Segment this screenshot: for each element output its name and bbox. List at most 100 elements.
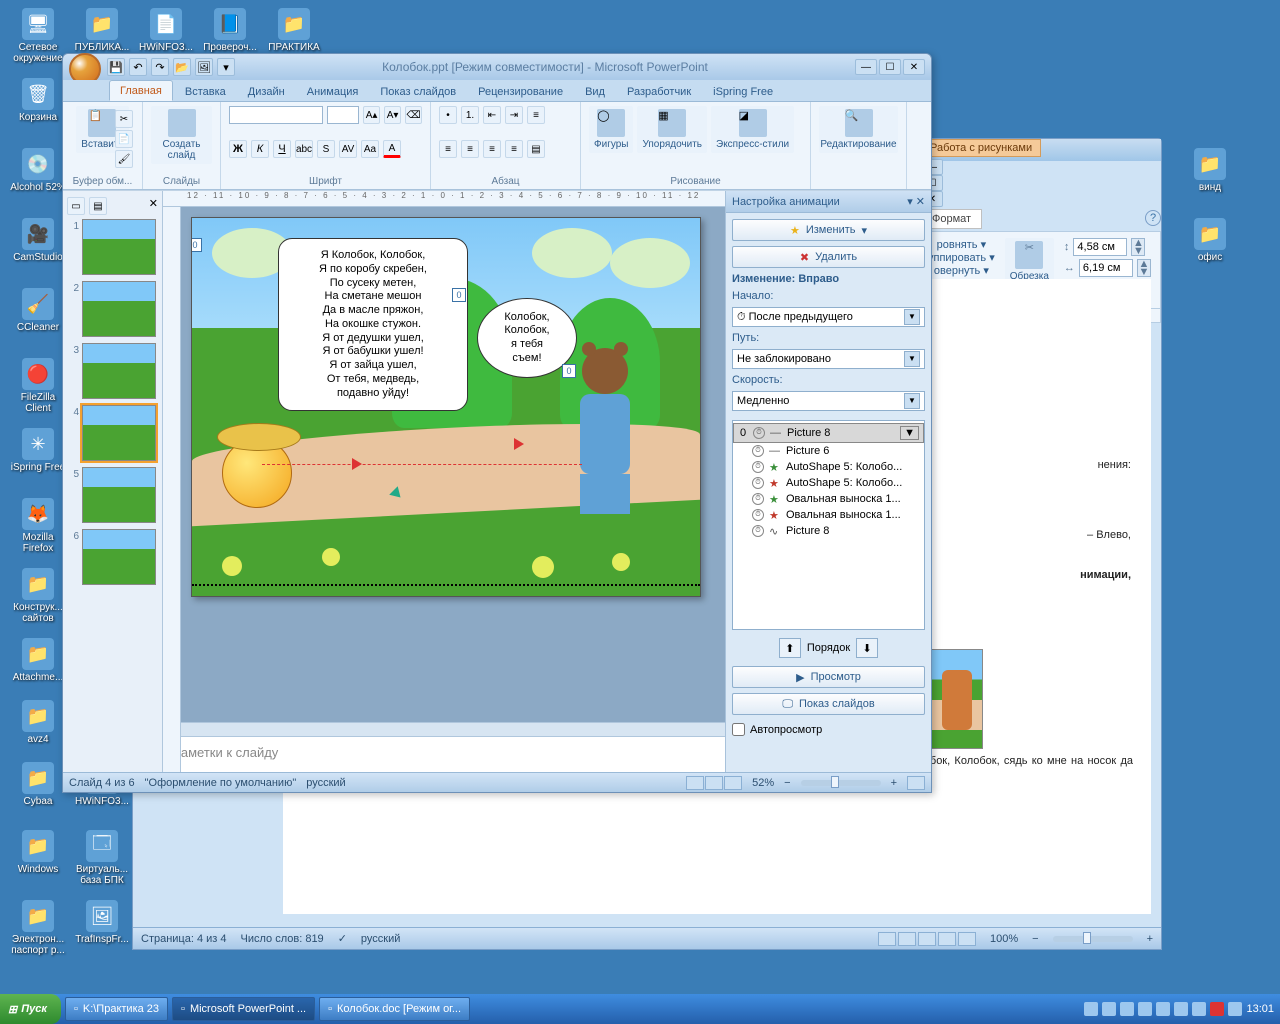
desktop-icon[interactable]: 🔴FileZilla Client [8,358,68,414]
move-up-button[interactable]: ⬆ [779,638,801,658]
animation-item[interactable]: ⏱∿Picture 8 [733,523,924,539]
system-tray[interactable]: 13:01 [1084,1002,1274,1016]
zoom-out-icon[interactable]: − [1032,933,1038,945]
indent-inc-button[interactable]: ⇥ [505,106,523,124]
word-view-btn[interactable] [938,932,956,946]
desktop-icon[interactable]: 📁ПРАКТИКА [264,8,324,53]
copy-button[interactable]: 📄 [115,130,133,148]
maximize-button[interactable]: ☐ [879,59,901,75]
animation-item[interactable]: ⏱★AutoShape 5: Колобо... [733,475,924,491]
ribbon-tab[interactable]: Вид [575,82,615,101]
move-down-button[interactable]: ⬇ [856,638,878,658]
ribbon-tab[interactable]: iSpring Free [703,82,783,101]
height-spinner[interactable]: ▲▼ [1131,238,1145,256]
word-view-btn[interactable] [918,932,936,946]
tray-icon[interactable] [1084,1002,1098,1016]
slideshow-button[interactable]: 🖵Показ слайдов [732,693,925,715]
ribbon-tab[interactable]: Вставка [175,82,236,101]
fit-button[interactable] [907,776,925,790]
animation-item[interactable]: 0⏱—Picture 8▼ [733,423,924,443]
bullets-button[interactable]: • [439,106,457,124]
slide-thumbnail[interactable]: 2 [67,281,158,337]
justify-button[interactable]: ≡ [505,140,523,158]
desktop-icon[interactable]: 🧹CCleaner [8,288,68,333]
align-center-button[interactable]: ≡ [461,140,479,158]
desktop-icon[interactable]: ✳iSpring Free [8,428,68,473]
desktop-icon[interactable]: 🗔Виртуаль... база БПК [72,830,132,886]
desktop-icon[interactable]: 🗑Корзина [8,78,68,123]
save-icon[interactable]: 💾 [107,58,125,76]
animation-item[interactable]: ⏱★AutoShape 5: Колобо... [733,459,924,475]
numbering-button[interactable]: 1. [461,106,479,124]
columns-button[interactable]: ▤ [527,140,545,158]
tray-icon[interactable] [1192,1002,1206,1016]
word-view-btn[interactable] [878,932,896,946]
slide-thumbnail[interactable]: 4 [67,405,158,461]
slide-canvas[interactable]: Я Колобок, Колобок, Я по коробу скребен,… [191,217,701,597]
slide-thumbnail[interactable]: 3 [67,343,158,399]
word-lang-status[interactable]: русский [361,933,400,945]
indent-dec-button[interactable]: ⇤ [483,106,501,124]
ribbon-tab[interactable]: Главная [109,80,173,101]
format-painter-button[interactable]: 🖌 [115,150,133,168]
taskbar-button[interactable]: ▫Microsoft PowerPoint ... [172,997,315,1021]
desktop-icon[interactable]: 📁Attachme... [8,638,68,683]
word-proof-icon[interactable]: ✓ [338,932,347,945]
word-view-btn[interactable] [898,932,916,946]
desktop-icon[interactable]: 📁офис [1180,218,1240,263]
zoom-slider[interactable] [801,780,881,786]
desktop-icon[interactable]: 📁Электрон... паспорт р... [8,900,68,956]
align-left-button[interactable]: ≡ [439,140,457,158]
width-spinner[interactable]: ▲▼ [1137,259,1151,277]
change-effect-button[interactable]: ★Изменить▾ [732,219,925,241]
outline-tab-button[interactable]: ▭ [67,197,85,215]
desktop-icon[interactable]: 🎥CamStudio [8,218,68,263]
zoom-value[interactable]: 52% [752,777,774,789]
start-button[interactable]: ⊞Пуск [0,994,61,1024]
speed-combo[interactable]: Медленно▼ [732,391,925,411]
shadow-button[interactable]: S [317,140,335,158]
desktop-icon[interactable]: 📁Конструк... сайтов [8,568,68,624]
tray-icon[interactable] [1102,1002,1116,1016]
tray-icon[interactable] [1174,1002,1188,1016]
font-combo[interactable] [229,106,323,124]
ribbon-tab[interactable]: Разработчик [617,82,701,101]
line-spacing-button[interactable]: ≡ [527,106,545,124]
ribbon-tab[interactable]: Показ слайдов [370,82,466,101]
desktop-icon[interactable]: 📄HWiNFO3... [136,8,196,53]
zoom-in-icon[interactable]: + [1147,933,1153,945]
desktop-icon[interactable]: 📁Cybaa [8,762,68,807]
slide-canvas-wrap[interactable]: Я Колобок, Колобок, Я по коробу скребен,… [163,207,725,722]
crop-button[interactable]: ✂Обрезка [1005,238,1054,285]
pane-close-icon[interactable]: ✕ [149,197,158,215]
start-combo[interactable]: ⏱ После предыдущего▼ [732,307,925,327]
clear-format-button[interactable]: ⌫ [405,106,422,124]
font-size-combo[interactable] [327,106,359,124]
bold-button[interactable]: Ж [229,140,247,158]
align-right-button[interactable]: ≡ [483,140,501,158]
autopreview-checkbox[interactable] [732,723,745,736]
strike-button[interactable]: abc [295,140,313,158]
ribbon-tab[interactable]: Рецензирование [468,82,573,101]
quick-styles-button[interactable]: ◪Экспресс-стили [711,106,794,153]
lang-status[interactable]: русский [306,777,345,789]
grow-font-button[interactable]: A▴ [363,106,380,124]
animation-item[interactable]: ⏱—Picture 6 [733,443,924,459]
ribbon-tab[interactable]: Дизайн [238,82,295,101]
slide-thumbnail[interactable]: 1 [67,219,158,275]
redo-icon[interactable]: ↷ [151,58,169,76]
ppt-titlebar[interactable]: 💾 ↶ ↷ 📂 🖼 ▾ Колобок.ppt [Режим совместим… [63,54,931,80]
animation-list[interactable]: 0⏱—Picture 8▼⏱—Picture 6⏱★AutoShape 5: К… [732,420,925,630]
arrange-group[interactable]: уппировать ▾ [928,251,995,264]
char-space-button[interactable]: AV [339,140,357,158]
speech-bubble-kolobok[interactable]: Я Колобок, Колобок, Я по коробу скребен,… [278,238,468,411]
underline-button[interactable]: Ч [273,140,291,158]
new-slide-button[interactable]: Создать слайд [151,106,212,164]
arrange-button[interactable]: ▦Упорядочить [637,106,707,153]
help-icon[interactable]: ? [1145,210,1161,226]
arrange-align[interactable]: ровнять ▾ [928,238,995,251]
picture-tools-tab[interactable]: Работа с рисунками [921,139,1041,157]
desktop-icon[interactable]: 📘Провероч... [200,8,260,53]
width-input[interactable] [1079,259,1133,277]
minimize-button[interactable]: — [855,59,877,75]
